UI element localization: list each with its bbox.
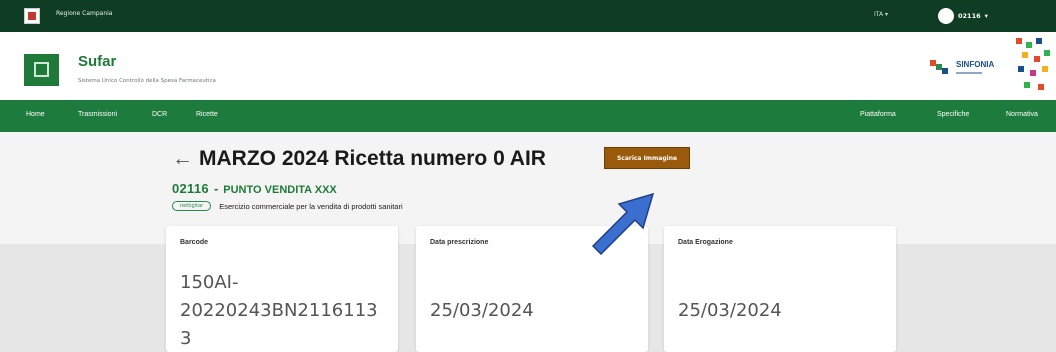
user-code: 02116	[958, 12, 981, 20]
store-type-badge: nettigitar	[172, 201, 212, 211]
nav-dcr[interactable]: DCR	[152, 111, 167, 118]
store-code: 02116	[172, 181, 209, 196]
dispensing-date-label: Data Erogazione	[678, 239, 733, 246]
dispensing-date-card: Data Erogazione 25/03/2024	[664, 226, 896, 352]
sinfonia-mark-icon	[930, 60, 948, 74]
region-flag-icon	[24, 8, 40, 24]
barcode-value-line-1: 150AI-	[180, 272, 239, 293]
nav-home[interactable]: Home	[26, 111, 45, 118]
prescription-date-label: Data prescrizione	[430, 239, 489, 246]
language-selector[interactable]: ITA ▾	[874, 11, 888, 18]
page-title: ← MARZO 2024 Ricetta numero 0 AIR	[172, 147, 546, 170]
top-bar: Regione Campania ITA ▾ 02116 ▾	[0, 0, 1056, 32]
region-label[interactable]: Regione Campania	[56, 10, 112, 17]
store-separator: -	[213, 181, 219, 196]
main-nav: Home Trasmissioni DCR Ricette Piattaform…	[0, 100, 1056, 132]
store-type-description: Esercizio commerciale per la vendita di …	[219, 201, 403, 211]
dispensing-date-value: 25/03/2024	[678, 300, 782, 321]
sufar-logo-icon[interactable]	[24, 54, 59, 86]
app-name[interactable]: Sufar	[78, 53, 116, 70]
download-image-button[interactable]: Scarica Immagine	[604, 147, 690, 169]
nav-specifiche[interactable]: Specifiche	[937, 111, 969, 118]
barcode-label: Barcode	[180, 239, 209, 246]
user-menu[interactable]: 02116 ▾	[938, 8, 988, 24]
store-info: 02116- PUNTO VENDITA XXX	[172, 181, 337, 196]
nav-piattaforma[interactable]: Piattaforma	[860, 111, 896, 118]
annotation-arrow-icon	[591, 192, 655, 256]
sinfonia-logo: SINFONIA	[930, 56, 1010, 96]
app-subtitle: Sistema Unico Controllo della Spesa Farm…	[78, 78, 216, 84]
barcode-card: Barcode 150AI- 20220243BN2116113 3	[166, 226, 398, 352]
app-header: Sufar Sistema Unico Controllo della Spes…	[0, 32, 1056, 100]
nav-ricette[interactable]: Ricette	[196, 111, 218, 118]
user-avatar-icon	[938, 8, 954, 24]
arrow-left-icon[interactable]: ←	[172, 147, 193, 170]
decorative-pattern-icon	[1016, 38, 1050, 90]
barcode-value-line-2: 20220243BN2116113	[180, 300, 378, 321]
chevron-down-icon: ▾	[984, 12, 988, 20]
nav-trasmissioni[interactable]: Trasmissioni	[78, 111, 117, 118]
store-name: PUNTO VENDITA XXX	[223, 184, 337, 196]
barcode-value-line-3: 3	[180, 328, 192, 349]
nav-normativa[interactable]: Normativa	[1006, 111, 1038, 118]
prescription-date-value: 25/03/2024	[430, 300, 534, 321]
store-type-row: nettigitar Esercizio commerciale per la …	[172, 201, 403, 211]
